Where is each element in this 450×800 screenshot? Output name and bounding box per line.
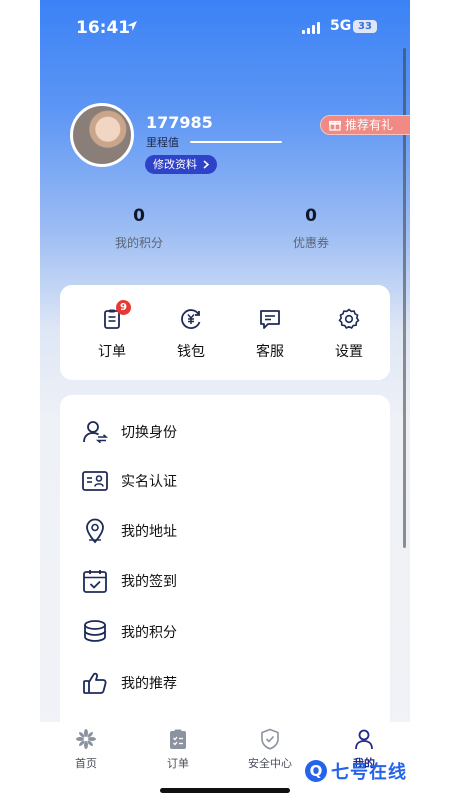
coupons-label: 优惠券	[292, 236, 329, 250]
location-pin-icon	[86, 518, 104, 544]
tab-orders[interactable]: 订单	[141, 728, 215, 771]
phone-screen: 16:41 5G 33 177985 里程值 修改资料 推荐有礼 0 我的积分 …	[40, 0, 410, 800]
watermark-logo: Q	[305, 760, 327, 782]
menu-item-checkin[interactable]: 我的签到	[60, 555, 390, 605]
signal-icon	[302, 22, 320, 34]
user-id: 177985	[146, 113, 213, 132]
menu-item-label: 我的积分	[121, 625, 177, 641]
quick-action-orders[interactable]: 9 订单	[82, 300, 142, 361]
menu-item-label: 我的推荐	[121, 676, 177, 692]
menu-item-label: 实名认证	[121, 474, 177, 490]
menu-item-label: 我的签到	[121, 574, 177, 590]
recommend-gift-label: 推荐有礼	[345, 118, 394, 132]
menu-item-address[interactable]: 我的地址	[60, 505, 390, 555]
recommend-gift-button[interactable]: 推荐有礼	[320, 115, 410, 135]
quick-action-label: 设置	[335, 344, 363, 360]
tab-security-center[interactable]: 安全中心	[233, 728, 307, 771]
menu-item-switch-identity[interactable]: 切换身份	[60, 406, 390, 456]
home-flower-icon	[76, 729, 96, 749]
quick-action-settings[interactable]: 设置	[319, 307, 379, 361]
home-indicator[interactable]	[160, 788, 290, 793]
menu-item-label: 切换身份	[121, 425, 177, 441]
status-time: 16:41	[76, 18, 131, 38]
watermark: Q 七号在线	[305, 756, 407, 786]
settings-gear-icon	[338, 308, 360, 329]
quick-action-wallet[interactable]: 钱包	[161, 307, 221, 361]
avatar[interactable]	[70, 103, 134, 167]
quick-action-label: 客服	[256, 344, 284, 360]
quick-action-label: 钱包	[177, 344, 205, 360]
switch-identity-icon	[83, 421, 109, 444]
coupons-value: 0	[305, 206, 317, 226]
id-card-icon	[82, 471, 108, 491]
network-type: 5G	[330, 18, 352, 34]
points-value: 0	[133, 206, 145, 226]
menu-item-points[interactable]: 我的积分	[60, 606, 390, 656]
quick-action-label: 订单	[98, 344, 126, 360]
menu-item-recommend[interactable]: 我的推荐	[60, 657, 390, 707]
menu-list-card: 切换身份 实名认证 我的地址 我的签到 我的积分 我的推荐	[60, 395, 390, 735]
battery-icon: 33	[353, 20, 377, 33]
menu-item-label: 我的地址	[121, 524, 177, 540]
edit-profile-button[interactable]: 修改资料	[145, 155, 217, 174]
menu-item-real-name[interactable]: 实名认证	[60, 455, 390, 505]
orders-clipboard-icon	[170, 729, 186, 749]
shield-check-icon	[261, 728, 279, 750]
mileage-progress-bar	[190, 141, 282, 143]
status-bar: 16:41 5G 33	[40, 0, 410, 52]
quick-actions-card: 9 订单 钱包 客服 设置	[60, 285, 390, 380]
watermark-text: 七号在线	[331, 762, 407, 783]
profile-user-icon	[355, 729, 373, 750]
coins-stack-icon	[84, 620, 106, 642]
edit-profile-label: 修改资料	[153, 158, 197, 171]
location-arrow-icon	[127, 21, 137, 31]
coupons-stat[interactable]: 0 优惠券	[271, 206, 351, 251]
customer-service-chat-icon	[260, 310, 280, 329]
order-count-badge: 9	[116, 300, 131, 315]
tab-home[interactable]: 首页	[49, 728, 123, 771]
mileage-label: 里程值	[146, 136, 179, 149]
points-stat[interactable]: 0 我的积分	[99, 206, 179, 251]
points-label: 我的积分	[114, 236, 163, 250]
tab-label: 订单	[167, 757, 189, 770]
calendar-checkin-icon	[83, 570, 107, 593]
quick-action-customer-service[interactable]: 客服	[240, 307, 300, 361]
thumbs-up-icon	[83, 672, 107, 694]
tab-label: 安全中心	[248, 757, 292, 770]
tab-label: 首页	[75, 757, 97, 770]
wallet-yuan-icon	[181, 309, 201, 329]
chevron-right-icon	[203, 160, 209, 169]
gift-icon	[329, 120, 341, 131]
